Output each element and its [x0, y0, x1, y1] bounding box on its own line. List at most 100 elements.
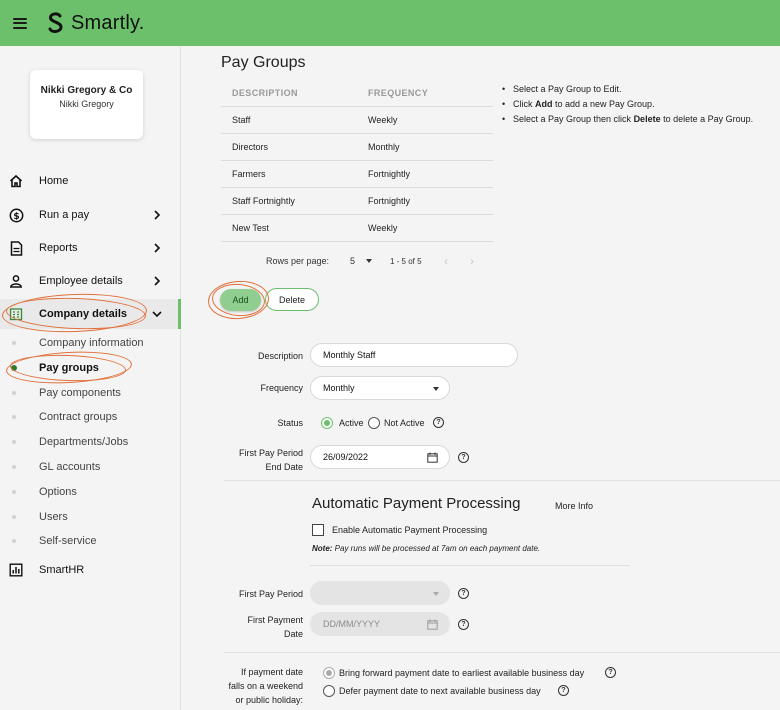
chevron-right-icon: [154, 210, 161, 220]
prev-page-icon[interactable]: ‹: [444, 254, 470, 268]
page-count: 1 - 5 of 5: [390, 256, 422, 266]
subnav-pay-groups[interactable]: Pay groups: [0, 357, 181, 379]
rows-per-page-label: Rows per page:: [266, 256, 330, 266]
sidebar-item-smarthr[interactable]: SmartHR: [0, 555, 181, 585]
cell-description: Directors: [232, 142, 269, 152]
company-name: Nikki Gregory & Co: [40, 85, 133, 96]
first-payment-date-input: DD/MM/YYYY: [310, 612, 450, 636]
bullet-dot: [12, 415, 16, 419]
subnav-self-service[interactable]: Self-service: [0, 530, 181, 552]
status-not-active-label[interactable]: Not Active: [384, 418, 425, 428]
bullet-dot: [12, 539, 16, 543]
frequency-label: Frequency: [260, 383, 303, 393]
bullet-dot: [12, 465, 16, 469]
company-card[interactable]: Nikki Gregory & Co Nikki Gregory: [30, 70, 143, 139]
subnav-label: Users: [39, 511, 68, 523]
bullet-dot: [11, 365, 17, 371]
label-line: If payment date: [240, 667, 303, 677]
sidebar-item-label: SmartHR: [39, 564, 85, 576]
more-info-link[interactable]: More Info: [555, 501, 593, 511]
frequency-select[interactable]: Monthly: [310, 376, 450, 400]
chevron-down-icon[interactable]: [366, 259, 372, 263]
rows-per-page-select[interactable]: 5: [350, 256, 362, 266]
instruction-text: to delete a Pay Group.: [660, 114, 754, 124]
enable-auto-payment-checkbox[interactable]: [312, 524, 324, 536]
table-pagination: Rows per page: 5 1 - 5 of 5 ‹ ›: [266, 253, 496, 269]
defer-radio[interactable]: [323, 685, 335, 697]
cell-frequency: Fortnightly: [368, 169, 411, 179]
date-placeholder: DD/MM/YYYY: [323, 619, 381, 629]
column-header-description[interactable]: DESCRIPTION: [221, 88, 368, 98]
status-not-active-radio[interactable]: [368, 417, 380, 429]
calendar-icon: [427, 619, 438, 630]
section-divider: [224, 480, 780, 481]
chevron-down-icon: [433, 592, 439, 596]
description-input[interactable]: Monthly Staff: [310, 343, 518, 367]
bring-forward-radio[interactable]: [323, 667, 335, 679]
note-text: Pay runs will be processed at 7am on eac…: [332, 544, 541, 553]
first-pay-period-end-date-input[interactable]: 26/09/2022: [310, 445, 450, 469]
sidebar-item-home[interactable]: Home: [0, 166, 181, 196]
label-line: End Date: [265, 462, 303, 472]
subnav-departments-jobs[interactable]: Departments/Jobs: [0, 431, 181, 453]
sidebar-item-label: Employee details: [39, 275, 123, 287]
delete-button[interactable]: Delete: [265, 288, 319, 311]
help-question-icon[interactable]: ?: [458, 452, 469, 463]
subnav-label: GL accounts: [39, 461, 101, 473]
subnav-label: Pay groups: [39, 362, 99, 374]
label-line: falls on a weekend: [228, 681, 303, 691]
next-page-icon[interactable]: ›: [470, 254, 496, 268]
note-label: Note:: [312, 544, 333, 553]
subnav-contract-groups[interactable]: Contract groups: [0, 406, 181, 428]
subnav-gl-accounts[interactable]: GL accounts: [0, 456, 181, 478]
top-bar: Smartly.: [0, 0, 780, 46]
chevron-down-icon: [152, 311, 162, 318]
cell-description: New Test: [232, 223, 269, 233]
cell-frequency: Weekly: [368, 115, 398, 125]
pay-groups-table: DESCRIPTION FREQUENCY Staff Weekly Direc…: [221, 79, 493, 242]
bullet-dot: [12, 440, 16, 444]
sidebar-item-run-a-pay[interactable]: $ Run a pay: [0, 200, 181, 230]
column-header-frequency[interactable]: FREQUENCY: [368, 88, 428, 98]
defer-label[interactable]: Defer payment date to next available bus…: [339, 686, 541, 696]
enable-auto-payment-label[interactable]: Enable Automatic Payment Processing: [332, 525, 487, 535]
table-row[interactable]: Staff Weekly: [221, 107, 493, 134]
subnav-options[interactable]: Options: [0, 481, 181, 503]
subnav-label: Self-service: [39, 535, 97, 547]
status-active-label[interactable]: Active: [339, 418, 364, 428]
sidebar-item-employee-details[interactable]: Employee details: [0, 266, 181, 296]
hamburger-menu-icon[interactable]: [13, 17, 27, 29]
chevron-down-icon: [433, 387, 439, 391]
sidebar-item-label: Reports: [39, 242, 78, 254]
subnav-company-information[interactable]: Company information: [0, 332, 181, 354]
sidebar-item-reports[interactable]: Reports: [0, 233, 181, 263]
subnav-users[interactable]: Users: [0, 506, 181, 528]
help-question-icon[interactable]: ?: [558, 685, 569, 696]
brand[interactable]: Smartly.: [47, 12, 144, 35]
bring-forward-label[interactable]: Bring forward payment date to earliest a…: [339, 668, 584, 678]
add-button[interactable]: Add: [220, 289, 261, 311]
instruction-text: Click: [513, 99, 535, 109]
table-row[interactable]: Staff Fortnightly Fortnightly: [221, 188, 493, 215]
subnav-pay-components[interactable]: Pay components: [0, 382, 181, 404]
sidebar-item-label: Home: [39, 175, 69, 187]
home-icon: [8, 173, 24, 189]
help-question-icon[interactable]: ?: [458, 619, 469, 630]
calendar-icon[interactable]: [427, 452, 438, 463]
instruction-text: to add a new Pay Group.: [552, 99, 655, 109]
section-divider: [224, 652, 780, 653]
status-active-radio[interactable]: [321, 417, 333, 429]
subnav-label: Pay components: [39, 387, 121, 399]
table-row[interactable]: Farmers Fortnightly: [221, 161, 493, 188]
sidebar-item-company-details[interactable]: Company details: [0, 299, 181, 329]
subnav-label: Company information: [39, 337, 144, 349]
help-question-icon[interactable]: ?: [433, 417, 444, 428]
main-content: Pay Groups DESCRIPTION FREQUENCY Staff W…: [206, 46, 780, 710]
help-question-icon[interactable]: ?: [458, 588, 469, 599]
help-question-icon[interactable]: ?: [605, 667, 616, 678]
table-row[interactable]: New Test Weekly: [221, 215, 493, 242]
dollar-circle-icon: $: [8, 207, 24, 223]
table-row[interactable]: Directors Monthly: [221, 134, 493, 161]
instruction-item: Select a Pay Group to Edit.: [500, 82, 780, 97]
cell-frequency: Weekly: [368, 223, 398, 233]
